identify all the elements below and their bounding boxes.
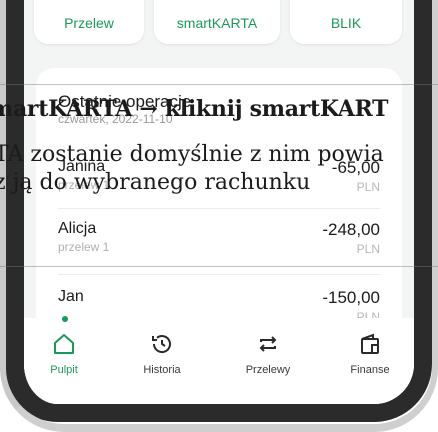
overlay-divider bbox=[0, 84, 438, 85]
bottom-navigation: Pulpit Historia Przelewy Finanse bbox=[24, 316, 414, 409]
transfer-icon bbox=[228, 332, 308, 356]
nav-label: Pulpit bbox=[50, 364, 78, 376]
history-icon bbox=[122, 332, 202, 356]
nav-item-przelewy[interactable]: Przelewy bbox=[228, 332, 308, 376]
nav-item-pulpit[interactable]: Pulpit bbox=[24, 332, 104, 376]
wallet-icon bbox=[330, 332, 410, 356]
quick-actions: Przelew smartKARTA BLIK bbox=[24, 0, 414, 46]
operation-amount: -150,00 bbox=[322, 288, 380, 307]
app-screen: Przelew smartKARTA BLIK Ostatnie operacj… bbox=[24, 0, 414, 409]
smartkarta-button[interactable]: smartKARTA bbox=[154, 0, 280, 44]
operation-type: przelew 1 bbox=[58, 240, 110, 254]
operation-currency: PLN bbox=[356, 242, 380, 256]
home-icon bbox=[24, 332, 104, 356]
transfer-button[interactable]: Przelew bbox=[34, 0, 144, 44]
nav-label: Finanse bbox=[350, 364, 390, 376]
operation-name: Alicja bbox=[58, 220, 97, 237]
instruction-heading: martKARTA → kliknij smartKART bbox=[0, 96, 389, 122]
home-indicator bbox=[154, 404, 284, 409]
blik-button[interactable]: BLIK bbox=[290, 0, 402, 44]
overlay-divider bbox=[0, 266, 438, 267]
phone-frame: Przelew smartKARTA BLIK Ostatnie operacj… bbox=[0, 0, 432, 422]
nav-item-historia[interactable]: Historia bbox=[122, 332, 202, 376]
instruction-text: z ją do wybranego rachunku bbox=[0, 170, 311, 195]
operation-amount: -248,00 bbox=[322, 220, 380, 239]
divider bbox=[58, 208, 380, 209]
operation-name: Jan bbox=[58, 288, 84, 305]
nav-item-finanse[interactable]: Finanse bbox=[330, 332, 410, 376]
divider bbox=[58, 274, 380, 275]
active-indicator bbox=[62, 316, 68, 322]
instruction-text: TA zostanie domyślnie z nim powia bbox=[0, 142, 384, 167]
nav-label: Przelewy bbox=[245, 364, 291, 376]
nav-label: Historia bbox=[143, 364, 181, 376]
